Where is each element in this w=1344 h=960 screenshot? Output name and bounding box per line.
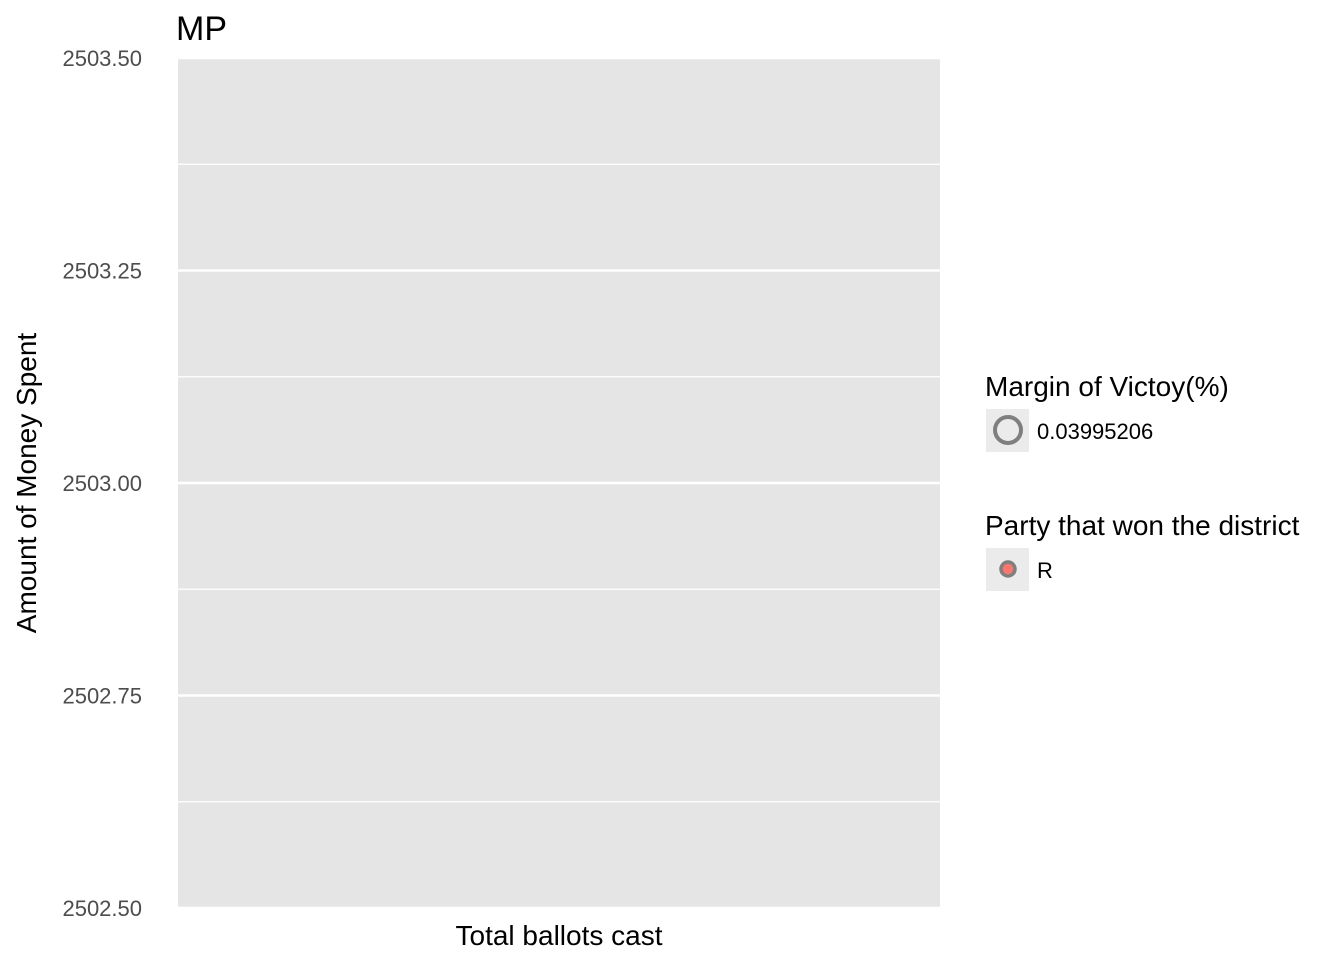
legend-label-margin: 0.03995206 — [1037, 419, 1153, 444]
x-axis-title: Total ballots cast — [456, 920, 663, 951]
legend-label-party: R — [1037, 558, 1053, 583]
y-tick-label: 2502.75 — [62, 684, 142, 709]
chart: MP 2503.50 2503.25 2503.00 2502.75 2502.50 T… — [11, 10, 1300, 951]
legend-title-margin: Margin of Victoy(%) — [985, 371, 1229, 402]
chart-title: MP — [176, 10, 227, 48]
y-tick-label: 2503.25 — [62, 259, 142, 284]
y-tick-label: 2503.50 — [62, 46, 142, 71]
filled-circle-icon — [999, 560, 1017, 578]
y-axis-ticks: 2503.50 2503.25 2503.00 2502.75 2502.50 — [62, 46, 142, 921]
legend-party: Party that won the district R — [985, 510, 1300, 591]
legend-title-party: Party that won the district — [985, 510, 1300, 541]
y-tick-label: 2502.50 — [62, 896, 142, 921]
y-axis-title: Amount of Money Spent — [11, 333, 42, 634]
y-tick-label: 2503.00 — [62, 471, 142, 496]
legend-margin-of-victory: Margin of Victoy(%) 0.03995206 — [985, 371, 1229, 452]
